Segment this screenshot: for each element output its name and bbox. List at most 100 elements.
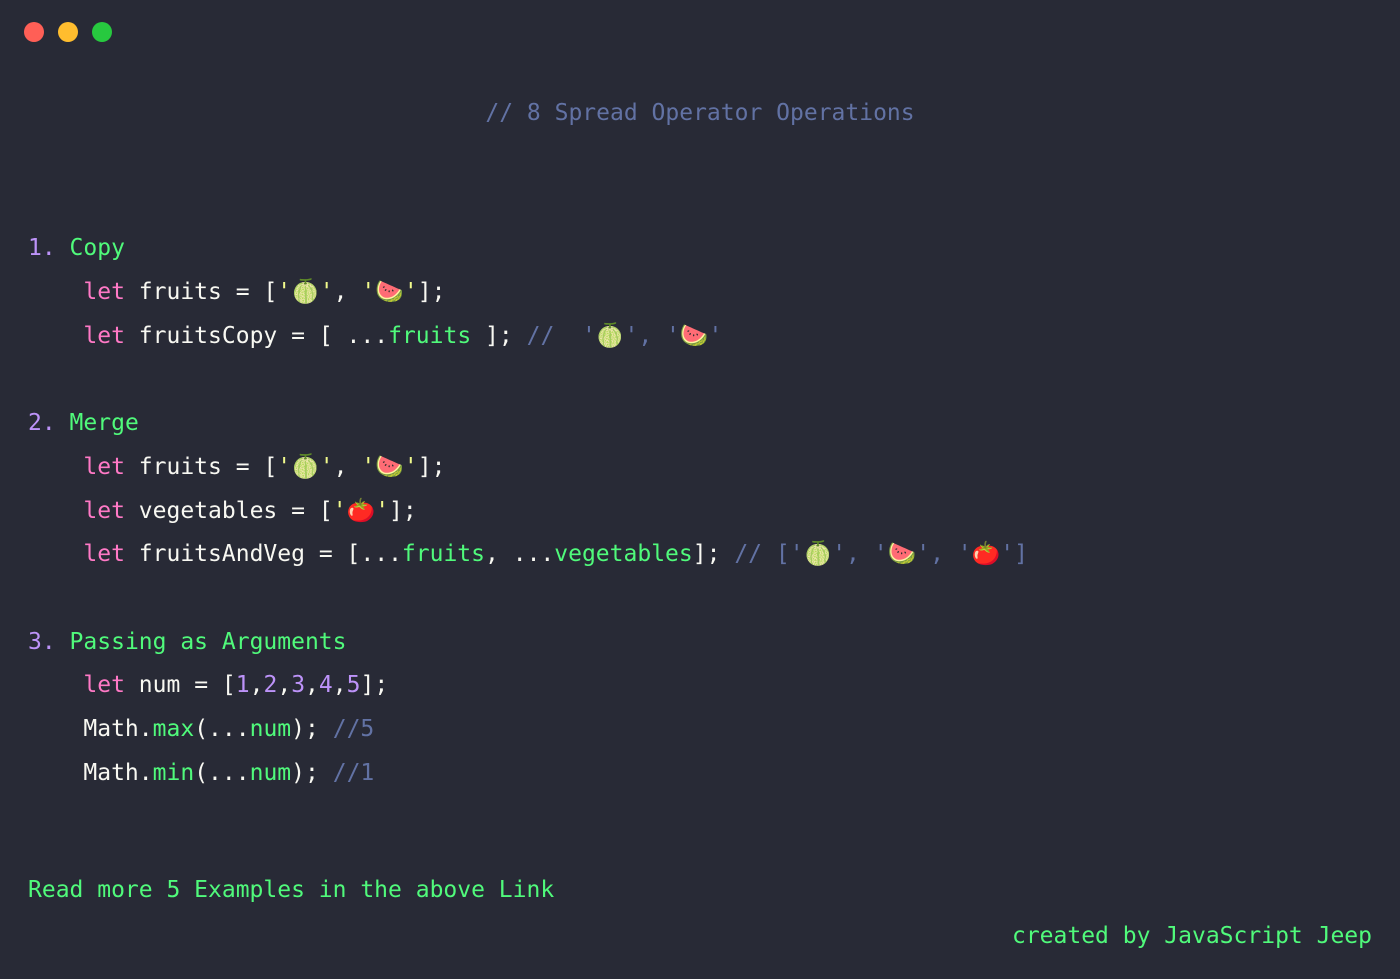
space bbox=[125, 498, 139, 524]
num-1: 1 bbox=[236, 672, 250, 698]
comma: , bbox=[250, 672, 264, 698]
space bbox=[720, 541, 734, 567]
spread: ... bbox=[208, 760, 250, 786]
ident-vegetables: vegetables bbox=[554, 541, 692, 567]
title-comment: // 8 Spread Operator Operations bbox=[0, 0, 1400, 136]
ident-vegetables: vegetables bbox=[139, 498, 277, 524]
comma: , bbox=[333, 672, 347, 698]
ident-fruitsCopy: fruitsCopy bbox=[139, 323, 277, 349]
ident-num: num bbox=[139, 672, 181, 698]
rbracket: ] bbox=[693, 541, 707, 567]
zoom-dot-icon[interactable] bbox=[92, 22, 112, 42]
emoji-melon: 🍈 bbox=[291, 454, 320, 480]
spread: ... bbox=[208, 716, 250, 742]
space bbox=[125, 279, 139, 305]
semicolon: ; bbox=[707, 541, 721, 567]
comment-merge-result: // ['🍈', '🍉', '🍅'] bbox=[734, 541, 1028, 567]
lbracket: [ bbox=[263, 279, 277, 305]
space bbox=[125, 541, 139, 567]
semicolon: ; bbox=[374, 672, 388, 698]
code-block: 1. Copy let fruits = ['🍈', '🍉']; let fru… bbox=[0, 136, 1400, 796]
quote: ' bbox=[361, 279, 375, 305]
emoji-melon: 🍈 bbox=[291, 279, 320, 305]
keyword-let: let bbox=[83, 323, 125, 349]
spread: ... bbox=[513, 541, 555, 567]
emoji-watermelon: 🍉 bbox=[375, 279, 404, 305]
space bbox=[319, 716, 333, 742]
quote: ' bbox=[333, 498, 347, 524]
quote: ' bbox=[404, 279, 418, 305]
comment-copy-result: // '🍈', '🍉' bbox=[527, 323, 723, 349]
keyword-let: let bbox=[83, 672, 125, 698]
lbracket: [ bbox=[319, 498, 333, 524]
lparen: ( bbox=[194, 760, 208, 786]
rbracket: ] bbox=[389, 498, 403, 524]
equals: = bbox=[222, 279, 264, 305]
rbracket: ] bbox=[418, 454, 432, 480]
dot: . bbox=[139, 716, 153, 742]
space bbox=[319, 760, 333, 786]
keyword-let: let bbox=[83, 541, 125, 567]
lbracket: [ bbox=[263, 454, 277, 480]
comma: , bbox=[334, 279, 362, 305]
space bbox=[125, 672, 139, 698]
ident-math: Math bbox=[83, 760, 138, 786]
num-2: 2 bbox=[263, 672, 277, 698]
lbracket: [ bbox=[222, 672, 236, 698]
comment-min: //1 bbox=[333, 760, 375, 786]
footer-read-more: Read more 5 Examples in the above Link bbox=[28, 869, 554, 913]
keyword-let: let bbox=[83, 454, 125, 480]
equals: = bbox=[180, 672, 222, 698]
spread: ... bbox=[360, 541, 402, 567]
quote: ' bbox=[277, 454, 291, 480]
emoji-tomato: 🍅 bbox=[347, 498, 376, 524]
comma: , bbox=[305, 672, 319, 698]
space bbox=[125, 454, 139, 480]
dot: . bbox=[139, 760, 153, 786]
ident-math: Math bbox=[83, 716, 138, 742]
quote: ' bbox=[361, 454, 375, 480]
quote: ' bbox=[320, 454, 334, 480]
num-5: 5 bbox=[347, 672, 361, 698]
comma: , bbox=[277, 672, 291, 698]
rparen: ) bbox=[291, 760, 305, 786]
equals: = bbox=[277, 323, 319, 349]
section-2-title: Merge bbox=[56, 410, 139, 436]
comma: , bbox=[485, 541, 513, 567]
semicolon: ; bbox=[499, 323, 513, 349]
rbracket: ] bbox=[360, 672, 374, 698]
quote: ' bbox=[375, 498, 389, 524]
comment-max: //5 bbox=[333, 716, 375, 742]
semicolon: ; bbox=[305, 716, 319, 742]
section-3-number: 3. bbox=[28, 629, 56, 655]
num-3: 3 bbox=[291, 672, 305, 698]
lparen: ( bbox=[194, 716, 208, 742]
ident-fruits: fruits bbox=[388, 323, 471, 349]
ident-fruits: fruits bbox=[139, 454, 222, 480]
keyword-let: let bbox=[83, 279, 125, 305]
ident-fruits: fruits bbox=[139, 279, 222, 305]
rbracket: ] bbox=[485, 323, 499, 349]
space bbox=[125, 323, 139, 349]
ident-num: num bbox=[250, 760, 292, 786]
title-comment-text: // 8 Spread Operator Operations bbox=[485, 100, 914, 126]
keyword-let: let bbox=[83, 498, 125, 524]
minimize-dot-icon[interactable] bbox=[58, 22, 78, 42]
section-1-number: 1. bbox=[28, 235, 56, 261]
method-min: min bbox=[153, 760, 195, 786]
ident-fruits: fruits bbox=[402, 541, 485, 567]
semicolon: ; bbox=[403, 498, 417, 524]
num-4: 4 bbox=[319, 672, 333, 698]
close-dot-icon[interactable] bbox=[24, 22, 44, 42]
ident-fruitsAndVeg: fruitsAndVeg bbox=[139, 541, 305, 567]
space bbox=[333, 323, 347, 349]
quote: ' bbox=[320, 279, 334, 305]
equals: = bbox=[222, 454, 264, 480]
semicolon: ; bbox=[305, 760, 319, 786]
section-3-title: Passing as Arguments bbox=[56, 629, 347, 655]
section-1-title: Copy bbox=[56, 235, 125, 261]
semicolon: ; bbox=[432, 279, 446, 305]
semicolon: ; bbox=[432, 454, 446, 480]
space bbox=[513, 323, 527, 349]
section-2-number: 2. bbox=[28, 410, 56, 436]
